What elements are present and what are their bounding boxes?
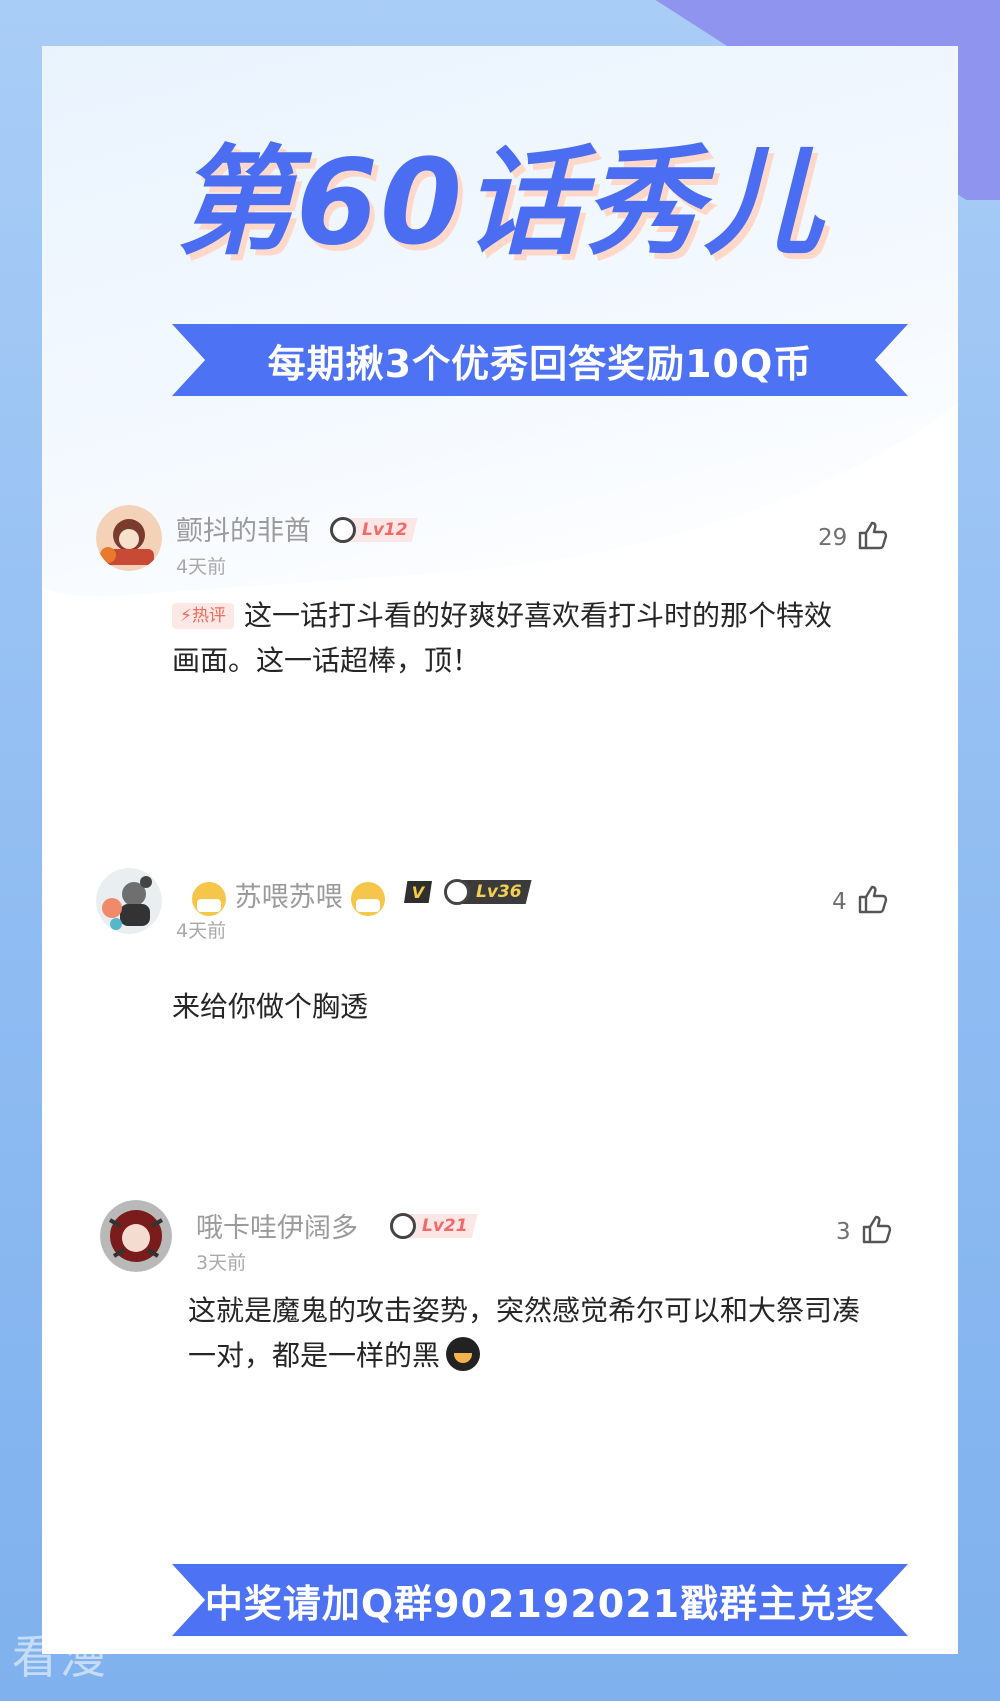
- comment-username[interactable]: 苏喂苏喂: [192, 875, 386, 916]
- level-badge: Lv36: [444, 877, 532, 907]
- comment-username[interactable]: 哦卡哇伊阔多: [196, 1206, 358, 1245]
- avatar[interactable]: [96, 868, 162, 934]
- thumbs-up-icon[interactable]: [861, 1214, 893, 1250]
- like-count: 4: [832, 889, 847, 915]
- comment-time: 4天前: [176, 920, 227, 942]
- dark-face-emoji-icon: [446, 1337, 481, 1371]
- content-card: 第60话秀儿 每期揪3个优秀回答奖励10Q币 颤抖的非酋 Lv12 4天前 29: [42, 46, 958, 1654]
- hot-comment-badge: ⚡热评: [172, 603, 234, 629]
- level-icon: [390, 1213, 416, 1239]
- thumbs-up-icon[interactable]: [857, 520, 889, 556]
- level-icon: [444, 879, 470, 905]
- level-badge: Lv12: [330, 515, 418, 545]
- like-control[interactable]: 4: [832, 884, 889, 920]
- thumbs-up-icon[interactable]: [857, 884, 889, 920]
- comment-time: 4天前: [176, 556, 227, 578]
- vip-badge: V: [404, 881, 432, 903]
- watermark: 看漫: [12, 1630, 108, 1684]
- comment-text: 来给你做个胸透: [172, 990, 369, 1023]
- mask-emoji-icon: [192, 881, 226, 916]
- avatar[interactable]: [96, 505, 162, 571]
- level-badge: Lv21: [390, 1211, 478, 1241]
- reward-banner: 每期揪3个优秀回答奖励10Q币: [172, 324, 908, 396]
- like-count: 3: [836, 1219, 851, 1245]
- avatar[interactable]: [100, 1200, 172, 1272]
- page-title: 第60话秀儿: [175, 133, 825, 271]
- like-count: 29: [818, 525, 848, 551]
- like-control[interactable]: 29: [818, 520, 889, 556]
- contact-banner: 中奖请加Q群902192021戳群主兑奖: [172, 1564, 908, 1636]
- comment-text: ⚡热评 这一话打斗看的好爽好喜欢看打斗时的那个特效画面。这一话超棒，顶！: [172, 599, 832, 677]
- like-control[interactable]: 3: [836, 1214, 893, 1250]
- mask-emoji-icon: [351, 881, 386, 916]
- comment-text: 这就是魔鬼的攻击姿势，突然感觉希尔可以和大祭司凑一对，都是一样的黑: [188, 1294, 861, 1372]
- comment-username[interactable]: 颤抖的非酋: [176, 509, 311, 548]
- level-icon: [330, 517, 356, 543]
- comment-time: 3天前: [196, 1252, 247, 1274]
